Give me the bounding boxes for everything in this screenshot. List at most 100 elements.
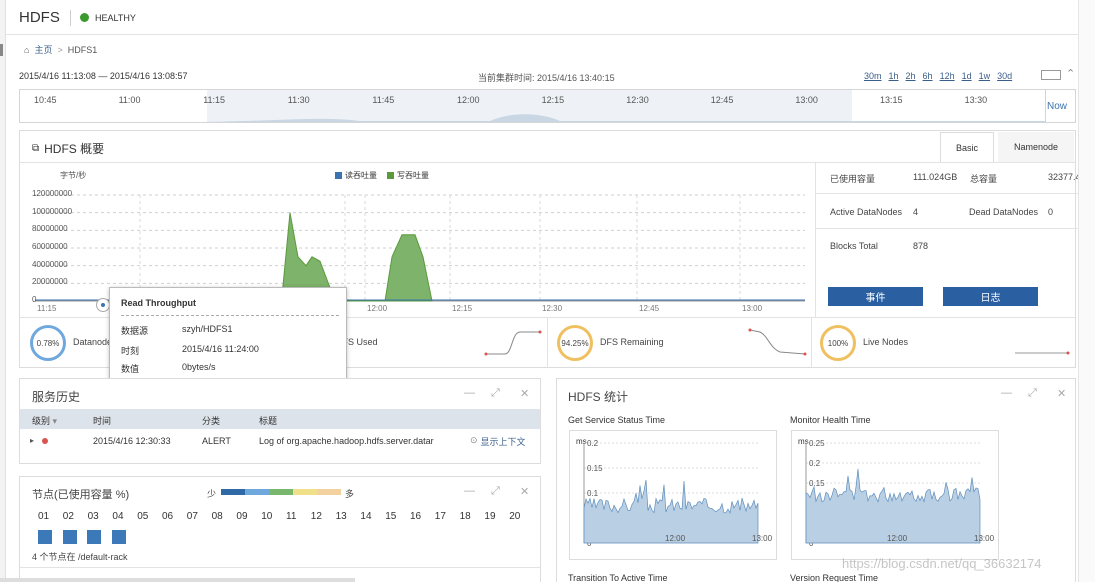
collapse-icon[interactable]: ⌃: [1066, 67, 1075, 80]
service-history-title: 服务历史: [32, 390, 81, 404]
timeline-toggle-icon[interactable]: [1041, 70, 1061, 80]
node-number: 18: [459, 511, 471, 522]
timeline[interactable]: 10:45 11:00 11:15 11:30 11:45 12:00 12:15 12:30…: [19, 89, 1076, 123]
horizontal-scrollbar[interactable]: [0, 578, 355, 582]
hdfs-stats-panel: HDFS 统计 — ⤢ ✕ Get Service Status Time Mo…: [556, 378, 1076, 582]
close-icon[interactable]: ✕: [520, 485, 529, 498]
timeline-tick: 13:00: [795, 95, 818, 105]
tooltip-value-value: 0bytes/s: [182, 362, 216, 372]
node-square-01[interactable]: [38, 530, 52, 544]
expand-icon[interactable]: ⤢: [491, 485, 500, 498]
page-title: HDFS: [19, 9, 60, 26]
sparkline-point: [538, 330, 542, 334]
row-time: 2015/4/16 12:30:33: [93, 436, 171, 446]
cluster-time-text: 当前集群时间: 2015/4/16 13:40:15: [478, 73, 615, 83]
used-capacity-value: 111.024GB: [913, 172, 958, 182]
expand-icon[interactable]: ⤢: [1028, 387, 1037, 400]
hdfs-stats-title: HDFS 统计: [568, 390, 629, 404]
sort-down-icon[interactable]: ▾: [53, 416, 58, 426]
y-tick-label: 40000000: [32, 259, 68, 269]
timeline-sparkline: [20, 114, 1045, 122]
col-category[interactable]: 分类: [202, 414, 220, 427]
scrollbar[interactable]: [1078, 0, 1095, 582]
nodes-panel: 节点(已使用容量 %) 少 多 — ⤢ ✕ 01 02 03 04 05 06 07 08 09…: [19, 476, 541, 582]
timeline-tick: 10:45: [34, 95, 57, 105]
tooltip-time-label: 时刻: [121, 346, 140, 356]
home-icon[interactable]: ⌂: [24, 45, 29, 55]
breadcrumb: ⌂ 主页 > HDFS1: [24, 43, 97, 56]
col-time[interactable]: 时间: [93, 414, 111, 427]
logs-button[interactable]: 日志: [943, 287, 1038, 306]
node-number: 17: [434, 511, 446, 522]
sparkline-point: [1066, 351, 1070, 355]
dead-datanodes-label: Dead DataNodes: [969, 207, 1039, 217]
range-12h[interactable]: 12h: [940, 71, 955, 81]
minimize-icon[interactable]: —: [464, 485, 475, 497]
timeline-tick: 12:00: [457, 95, 480, 105]
nodes-footer-divider: [20, 567, 540, 568]
close-icon[interactable]: ✕: [520, 387, 529, 400]
range-1h[interactable]: 1h: [889, 71, 899, 81]
transition-active-title: Transition To Active Time: [568, 573, 668, 582]
now-button[interactable]: Now: [1047, 101, 1067, 112]
node-number: 19: [484, 511, 496, 522]
range-1d[interactable]: 1d: [962, 71, 972, 81]
show-context-label: 显示上下文: [480, 437, 526, 447]
stats-divider: [815, 162, 816, 317]
node-square-04[interactable]: [112, 530, 126, 544]
tab-basic[interactable]: Basic: [940, 132, 994, 163]
events-button[interactable]: 事件: [828, 287, 923, 306]
timeline-tick: 12:30: [626, 95, 649, 105]
show-context-link[interactable]: ⊙ 显示上下文: [470, 435, 526, 448]
active-datanodes-value: 4: [913, 207, 919, 217]
table-row[interactable]: ▸ 2015/4/16 12:30:33 ALERT Log of org.ap…: [20, 430, 540, 452]
active-datanodes-label: Active DataNodes: [830, 207, 903, 217]
tooltip-source-value: szyh/HDFS1: [182, 324, 233, 334]
expand-row-icon[interactable]: ▸: [30, 436, 34, 445]
node-number: 03: [87, 511, 99, 522]
y-tick-label: 0.25: [809, 439, 825, 448]
nodes-title: 节点(已使用容量 %): [32, 489, 130, 501]
context-icon: ⊙: [470, 435, 478, 445]
x-tick-label: 12:15: [452, 304, 473, 313]
col-level-label: 级别: [32, 416, 51, 426]
left-edge: [0, 0, 6, 582]
tooltip-divider: [121, 315, 339, 316]
minimize-icon[interactable]: —: [464, 387, 475, 399]
blocks-total-label: Blocks Total: [830, 241, 878, 251]
minimize-icon[interactable]: —: [1001, 387, 1012, 399]
overview-title: ⧉ HDFS 概要: [32, 140, 104, 157]
node-number: 12: [310, 511, 322, 522]
timeline-tick: 13:15: [880, 95, 903, 105]
expand-icon[interactable]: ⤢: [491, 387, 500, 400]
close-icon[interactable]: ✕: [1057, 387, 1066, 400]
range-2h[interactable]: 2h: [906, 71, 916, 81]
range-1w[interactable]: 1w: [979, 71, 991, 81]
legend-read-label: 读吞吐量: [345, 171, 377, 180]
timeline-tick: 13:30: [964, 95, 988, 105]
total-capacity-label: 总容量: [970, 174, 998, 184]
col-level[interactable]: 级别 ▾: [32, 414, 57, 427]
range-30d[interactable]: 30d: [997, 71, 1012, 81]
tooltip-source-label: 数据源: [121, 326, 149, 336]
chart-legend: 读吞吐量 写吞吐量: [335, 170, 429, 181]
y-tick-label: 100000000: [32, 206, 73, 216]
col-title[interactable]: 标题: [259, 414, 277, 427]
range-6h[interactable]: 6h: [923, 71, 933, 81]
node-number: 13: [335, 511, 347, 522]
mini-chart-svg: 0.20.150.10.05012:0013:00: [583, 439, 773, 548]
legend-write-label: 写吞吐量: [397, 171, 429, 180]
health-status-icon: [80, 13, 89, 22]
legend-write: 写吞吐量: [387, 170, 429, 181]
breadcrumb-home[interactable]: 主页: [34, 43, 52, 56]
chart-unit-label: 字节/秒: [60, 171, 87, 180]
y-tick-label: 0.15: [809, 479, 825, 488]
time-range-text: 2015/4/16 11:13:08 — 2015/4/16 13:08:57: [19, 71, 188, 81]
tab-namenode[interactable]: Namenode: [998, 132, 1074, 162]
node-number: 06: [162, 511, 174, 522]
tooltip-value-label: 数值: [121, 364, 140, 374]
node-square-02[interactable]: [63, 530, 77, 544]
range-30m[interactable]: 30m: [864, 71, 882, 81]
breadcrumb-separator: >: [57, 44, 63, 55]
node-square-03[interactable]: [87, 530, 101, 544]
